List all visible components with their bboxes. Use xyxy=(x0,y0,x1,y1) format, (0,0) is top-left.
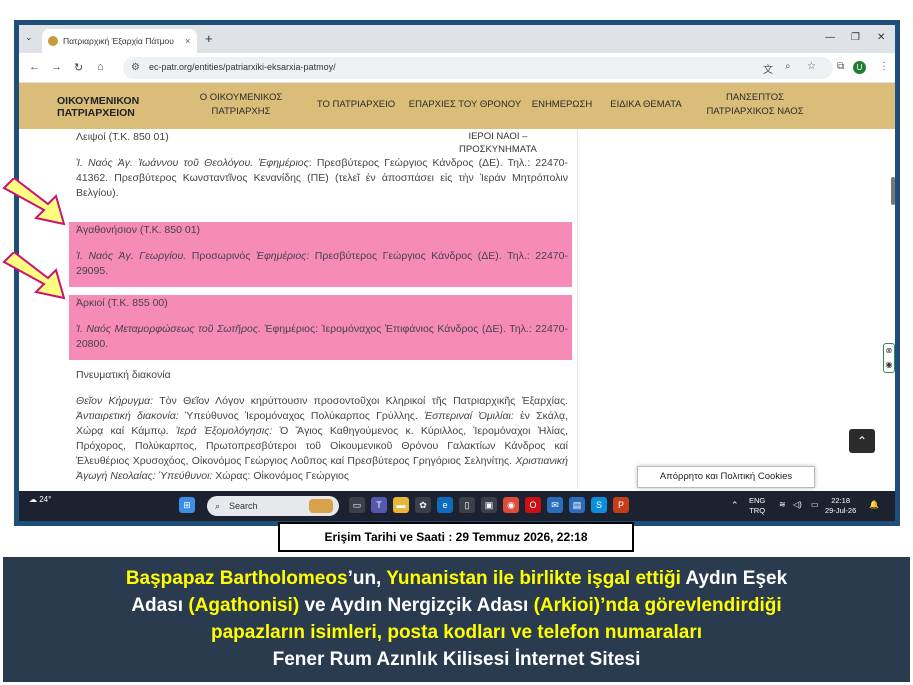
nav-special-topics[interactable]: ΕΙΔΙΚΑ ΘΕΜΑΤΑ xyxy=(601,98,691,112)
volume-icon[interactable]: ◁) xyxy=(793,500,802,510)
logo-line1: ΟΙΚΟΥΜΕΝΙΚΟΝ xyxy=(57,95,140,107)
arrow-shape xyxy=(2,178,66,226)
agathonisi-paragraph: Ἱ. Ναός Ἁγ. Γεωργίου. Προσωρινός Ἐφημέρι… xyxy=(76,250,568,277)
logo-line2: ΠΑΤΡΙΑΡΧΕΙΟΝ xyxy=(57,107,135,119)
side-widget-icon[interactable]: ⊗ ◉ xyxy=(883,343,895,373)
extensions-icon[interactable]: ⧉ xyxy=(837,61,844,72)
screenshot-frame: ⌄ Πατριαρχική Έξαρχία Πάτμου × + — ❐ ✕ ←… xyxy=(14,20,900,526)
cookie-policy-link[interactable]: Απόρρητο και Πολιτική Cookies xyxy=(637,466,815,488)
forward-icon[interactable]: → xyxy=(51,61,62,73)
file-explorer-icon[interactable]: ▬ xyxy=(393,497,409,513)
profile-avatar[interactable]: U xyxy=(853,61,866,74)
windows-taskbar: ☁ 24° ⊞ ⌕ Search ▭ T ▬ ✿ e ▯ ▣ ◉ O ✉ ▤ S… xyxy=(19,491,895,521)
arrow-pointer-agathonisi xyxy=(2,178,66,226)
arrow-pointer-arkioi xyxy=(2,252,66,300)
new-tab-button[interactable]: + xyxy=(205,31,213,46)
document-icon[interactable]: ▤ xyxy=(569,497,585,513)
search-icon: ⌕ xyxy=(215,501,221,511)
access-date-stamp: Erişim Tarihi ve Saati : 29 Temmuz 2026,… xyxy=(278,522,634,552)
back-icon[interactable]: ← xyxy=(29,61,40,73)
address-toolbar: ← → ↻ ⌂ ⚙ ec-patr.org/entities/patriarxi… xyxy=(19,53,895,83)
agathonisi-heading: Ἀγαθονήσιον (Τ.Κ. 850 01) xyxy=(76,224,201,236)
caption-line-3: papazların isimleri, posta kodları ve te… xyxy=(211,622,702,643)
nav-ecumenical-patriarch[interactable]: Ο ΟΙΚΟΥΜΕΝΙΚΟΣ ΠΑΤΡΙΑΡΧΗΣ xyxy=(191,91,291,119)
battery-icon[interactable]: ▭ xyxy=(811,500,819,510)
page-content: ΙΕΡΟΙ ΝΑΟΙ – ΠΡΟΣΚΥΝΗΜΑΤΑ Λειψοί (Τ.Κ. 8… xyxy=(19,129,895,489)
caption-line-4: Fener Rum Azınlık Kilisesi İnternet Site… xyxy=(272,649,641,670)
teams-icon[interactable]: T xyxy=(371,497,387,513)
nav-eparchies[interactable]: ΕΠΑΡΧΙΕΣ ΤΟΥ ΘΡΟΝΟΥ xyxy=(405,98,525,112)
weather-widget[interactable]: ☁ 24° xyxy=(29,495,51,504)
address-bar[interactable]: ⚙ ec-patr.org/entities/patriarxiki-eksar… xyxy=(123,57,833,79)
browser-tab[interactable]: Πατριαρχική Έξαρχία Πάτμου × xyxy=(42,29,197,53)
arkioi-paragraph: Ἱ. Ναός Μεταμορφώσεως τοῦ Σωτῆρος. Ἐφημέ… xyxy=(76,323,569,350)
caption-panel: Başpapaz Bartholomeos’un, Yunanistan ile… xyxy=(3,557,910,682)
close-window-icon[interactable]: ✕ xyxy=(877,32,885,43)
nav-patriarchal-church[interactable]: ΠΑΝΣΕΠΤΟΣ ΠΑΤΡΙΑΡΧΙΚΟΣ ΝΑΟΣ xyxy=(695,91,815,119)
tray-chevron-icon[interactable]: ⌃ xyxy=(731,500,739,510)
site-navigation: ΟΙΚΟΥΜΕΝΙΚΟΝ ΠΑΤΡΙΑΡΧΕΙΟΝ Ο ΟΙΚΟΥΜΕΝΙΚΟΣ… xyxy=(19,83,895,129)
tab-search-icon[interactable]: ⌄ xyxy=(25,32,33,43)
nav-news[interactable]: ΕΝΗΜΕΡΩΣΗ xyxy=(527,98,597,112)
reload-icon[interactable]: ↻ xyxy=(74,61,83,74)
clock[interactable]: 22:18 29-Jul-26 xyxy=(825,496,856,516)
spiritual-paragraph: Θεῖον Κήρυγμα: Τὸν Θεῖον Λόγον κηρύττουσ… xyxy=(76,395,568,482)
taskbar-search[interactable]: ⌕ Search xyxy=(207,496,339,516)
language-indicator[interactable]: ENG TRQ xyxy=(749,496,765,516)
url-text: ec-patr.org/entities/patriarxiki-eksarxi… xyxy=(149,62,336,72)
store-icon[interactable]: ▣ xyxy=(481,497,497,513)
skype-icon[interactable]: S xyxy=(591,497,607,513)
zoom-icon[interactable]: ⌕ xyxy=(785,61,791,72)
scroll-to-top-button[interactable]: ⌃ xyxy=(849,429,875,453)
caption-line-1: Başpapaz Bartholomeos’un, Yunanistan ile… xyxy=(125,568,788,589)
column-divider xyxy=(577,129,578,489)
caption-line-2: Adası (Agathonisi) ve Aydın Nergizçik Ad… xyxy=(131,595,782,616)
tab-title: Πατριαρχική Έξαρχία Πάτμου xyxy=(63,36,174,46)
start-icon[interactable]: ⊞ xyxy=(179,497,195,513)
menu-kebab-icon[interactable]: ⋮ xyxy=(879,61,889,72)
site-info-icon[interactable]: ⚙ xyxy=(131,62,140,73)
site-favicon-icon xyxy=(48,36,58,46)
task-view-icon[interactable]: ▭ xyxy=(349,497,365,513)
bookmark-star-icon[interactable]: ☆ xyxy=(807,61,816,72)
restore-icon[interactable]: ❐ xyxy=(851,32,860,43)
chrome-icon[interactable]: ◉ xyxy=(503,497,519,513)
site-logo[interactable]: ΟΙΚΟΥΜΕΝΙΚΟΝ ΠΑΤΡΙΑΡΧΕΙΟΝ xyxy=(57,95,139,119)
spiritual-heading: Πνευματική διακονία xyxy=(76,369,171,381)
browser-window: ⌄ Πατριαρχική Έξαρχία Πάτμου × + — ❐ ✕ ←… xyxy=(19,25,895,521)
tab-close-icon[interactable]: × xyxy=(185,36,190,46)
opera-icon[interactable]: O xyxy=(525,497,541,513)
network-icon[interactable]: ≋ xyxy=(779,500,786,510)
scrollbar-thumb[interactable] xyxy=(891,177,895,205)
minimize-icon[interactable]: — xyxy=(825,32,835,43)
edge-icon[interactable]: e xyxy=(437,497,453,513)
arrow-shape xyxy=(2,252,66,300)
nav-patriarchate[interactable]: ΤΟ ΠΑΤΡΙΑΡΧΕΙΟ xyxy=(311,98,401,112)
notepad-icon[interactable]: ▯ xyxy=(459,497,475,513)
lipsi-heading: Λειψοί (Τ.Κ. 850 01) xyxy=(76,131,169,143)
notification-bell-icon[interactable]: 🔔 xyxy=(869,500,879,510)
caption-text: Başpapaz Bartholomeos’un, Yunanistan ile… xyxy=(3,565,910,673)
tab-bar: ⌄ Πατριαρχική Έξαρχία Πάτμου × + — ❐ ✕ xyxy=(19,25,895,53)
powerpoint-icon[interactable]: P xyxy=(613,497,629,513)
arkioi-heading: Ἀρκιοί (Τ.Κ. 855 00) xyxy=(76,297,168,309)
photos-icon[interactable]: ✿ xyxy=(415,497,431,513)
mail-icon[interactable]: ✉ xyxy=(547,497,563,513)
search-highlight-image xyxy=(309,499,333,513)
translate-icon[interactable]: 文 xyxy=(763,61,773,76)
lipsi-paragraph: Ἱ. Ναός Ἁγ. Ἰωάννου τοῦ Θεολόγου. Ἐφημέρ… xyxy=(76,157,568,199)
home-icon[interactable]: ⌂ xyxy=(97,61,104,73)
